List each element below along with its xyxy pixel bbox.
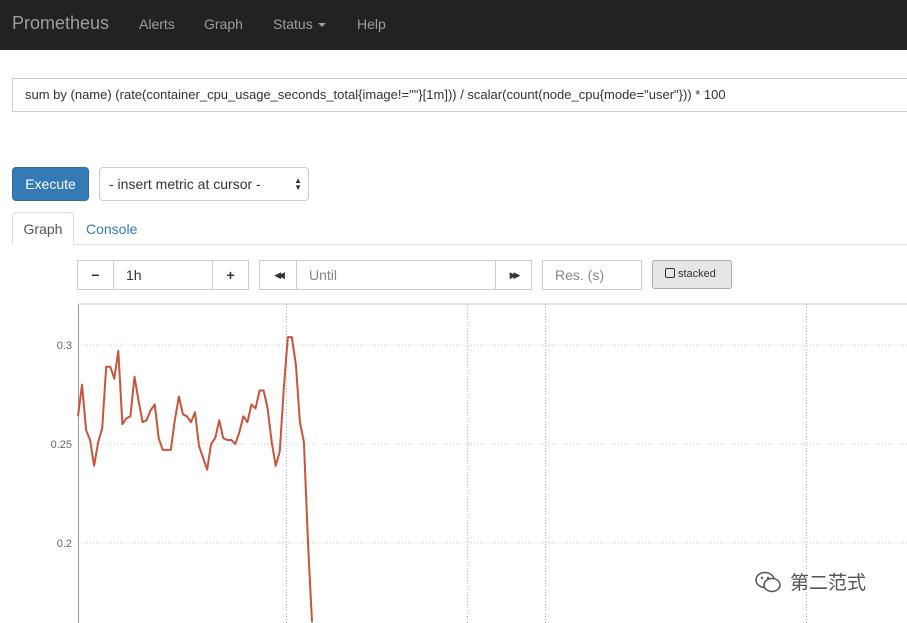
range-increase-button[interactable]: + [212,260,249,290]
stacked-label: stacked [678,268,716,280]
watermark-text: 第二范式 [790,573,867,594]
execute-button[interactable]: Execute [12,167,89,201]
checkbox-icon [665,268,675,278]
tab-console[interactable]: Console [86,221,137,237]
insert-metric-label: - insert metric at cursor - [109,176,261,192]
backward-icon: ◀◀ [274,270,285,280]
navbar: Prometheus Alerts Graph Status Help [0,0,907,50]
brand-link[interactable]: Prometheus [12,13,109,34]
until-input[interactable]: Until [296,260,496,290]
series-line[interactable] [77,336,313,623]
y-tick-label: 0.25 [51,439,72,451]
chart-grid [78,303,907,623]
tab-graph[interactable]: Graph [12,212,74,245]
expression-input[interactable]: sum by (name) (rate(container_cpu_usage_… [12,78,907,112]
time-back-button[interactable]: ◀◀ [259,260,297,290]
forward-icon: ▶▶ [509,270,521,280]
range-input[interactable]: 1h [113,260,213,290]
tab-divider [12,244,907,245]
y-tick-label: 0.3 [57,340,72,352]
time-forward-button[interactable]: ▶▶ [495,260,532,290]
insert-metric-select[interactable]: - insert metric at cursor - ▲ ▼ [99,167,309,201]
range-decrease-button[interactable]: − [77,260,114,290]
y-axis-ticks: 0.3 0.25 0.2 [51,340,72,550]
select-arrows-icon: ▲ ▼ [294,176,302,192]
nav-status[interactable]: Status [273,16,326,32]
nav-alerts[interactable]: Alerts [139,16,175,32]
stacked-toggle-button[interactable]: stacked [652,260,732,289]
nav-status-label: Status [273,16,313,32]
resolution-input[interactable]: Res. (s) [542,260,642,290]
nav-help[interactable]: Help [357,16,386,32]
wechat-icon [755,571,781,593]
caret-down-icon [317,23,326,28]
y-tick-label: 0.2 [57,538,72,550]
chart-series [77,336,313,623]
nav-graph[interactable]: Graph [204,16,243,32]
